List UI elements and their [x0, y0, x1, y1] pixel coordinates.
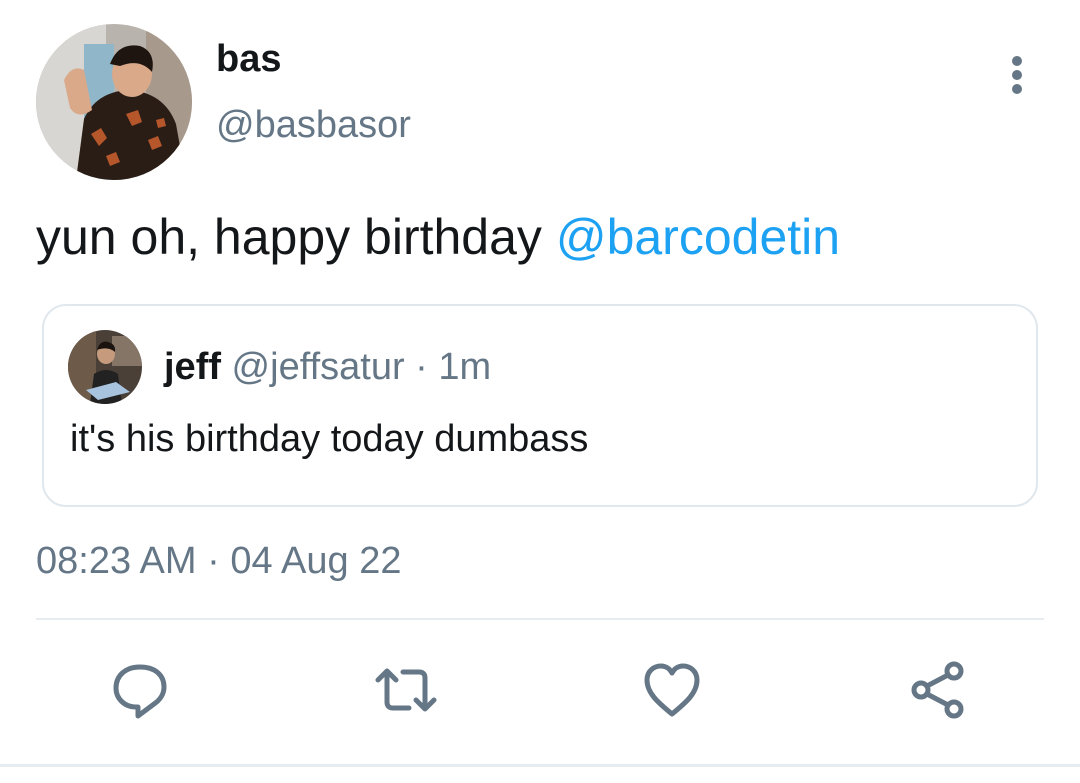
quoted-author-name[interactable]: jeff — [164, 346, 221, 388]
action-bar — [0, 650, 1080, 740]
author-handle[interactable]: @basbasor — [216, 104, 411, 147]
tweet-text: yun oh, happy birthday @barcodetin — [36, 208, 840, 266]
bottom-divider — [0, 764, 1080, 767]
author-name[interactable]: bas — [216, 38, 281, 81]
quoted-handle-time: @jeffsatur · 1m — [221, 346, 492, 388]
mention-link[interactable]: @barcodetin — [556, 209, 840, 265]
quoted-tweet-card[interactable]: jeff @jeffsatur · 1m it's his birthday t… — [42, 304, 1038, 507]
more-dot — [1012, 84, 1022, 94]
more-dot — [1012, 70, 1022, 80]
tweet-timestamp: 08:23 AM · 04 Aug 22 — [36, 540, 402, 582]
divider — [36, 618, 1044, 620]
author-avatar[interactable] — [36, 24, 192, 180]
share-button[interactable] — [898, 650, 978, 730]
quoted-header: jeff @jeffsatur · 1m — [164, 346, 491, 389]
more-vertical-icon[interactable] — [1000, 52, 1034, 98]
reply-icon — [113, 664, 167, 719]
share-icon — [911, 661, 964, 719]
retweet-button[interactable] — [366, 650, 446, 730]
reply-button[interactable] — [100, 650, 180, 730]
tweet-detail: bas @basbasor yun oh, happy birthday @ba… — [0, 0, 1080, 783]
quoted-tweet-text: it's his birthday today dumbass — [70, 418, 589, 460]
like-icon — [644, 663, 700, 717]
like-button[interactable] — [632, 650, 712, 730]
tweet-body: yun oh, happy birthday — [36, 209, 556, 265]
retweet-icon — [375, 668, 437, 712]
more-dot — [1012, 56, 1022, 66]
quoted-author-avatar[interactable] — [68, 330, 142, 404]
